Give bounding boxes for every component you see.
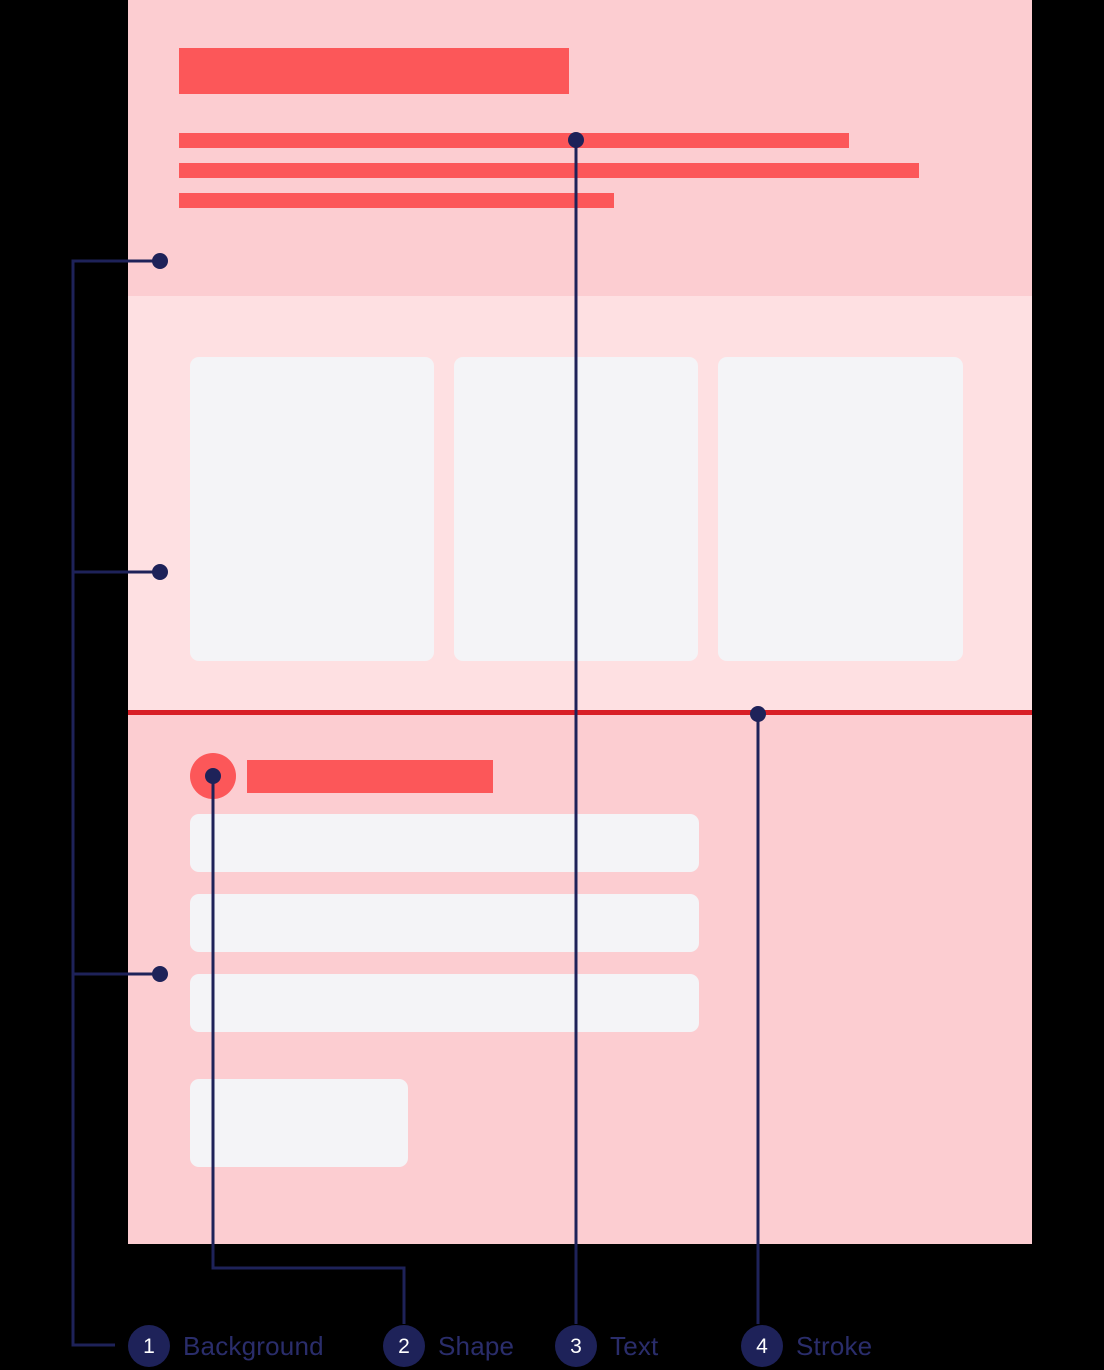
form-heading-placeholder [247, 760, 493, 793]
legend-badge-4: 4 [741, 1325, 783, 1367]
header-body-line-2 [179, 163, 919, 178]
legend-item-stroke[interactable]: 4 Stroke [741, 1322, 872, 1370]
diagram-root: 1 Background 2 Shape 3 Text 4 Stroke [0, 0, 1104, 1370]
form-submit-button[interactable] [190, 1079, 408, 1167]
header-body-line-1 [179, 133, 849, 148]
feature-card-3[interactable] [718, 357, 963, 661]
legend-badge-2: 2 [383, 1325, 425, 1367]
section-divider-stroke [128, 710, 1032, 715]
legend-item-shape[interactable]: 2 Shape [383, 1322, 514, 1370]
legend-label-4: Stroke [796, 1330, 873, 1361]
form-field-1[interactable] [190, 814, 699, 872]
page-mockup-canvas [128, 0, 1032, 1244]
legend-badge-1: 1 [128, 1325, 170, 1367]
avatar-shape-circle [190, 753, 236, 799]
feature-card-2[interactable] [454, 357, 698, 661]
legend-label-2: Shape [438, 1330, 515, 1361]
legend-label-3: Text [610, 1330, 659, 1361]
header-title-placeholder [179, 48, 569, 94]
legend-badge-3: 3 [555, 1325, 597, 1367]
legend-item-background[interactable]: 1 Background [128, 1322, 324, 1370]
legend-label-1: Background [183, 1330, 324, 1361]
section-header-background [128, 0, 1032, 296]
form-field-2[interactable] [190, 894, 699, 952]
feature-card-1[interactable] [190, 357, 434, 661]
legend-item-text[interactable]: 3 Text [555, 1322, 658, 1370]
form-field-3[interactable] [190, 974, 699, 1032]
header-body-line-3 [179, 193, 614, 208]
legend: 1 Background 2 Shape 3 Text 4 Stroke [0, 1322, 1104, 1370]
